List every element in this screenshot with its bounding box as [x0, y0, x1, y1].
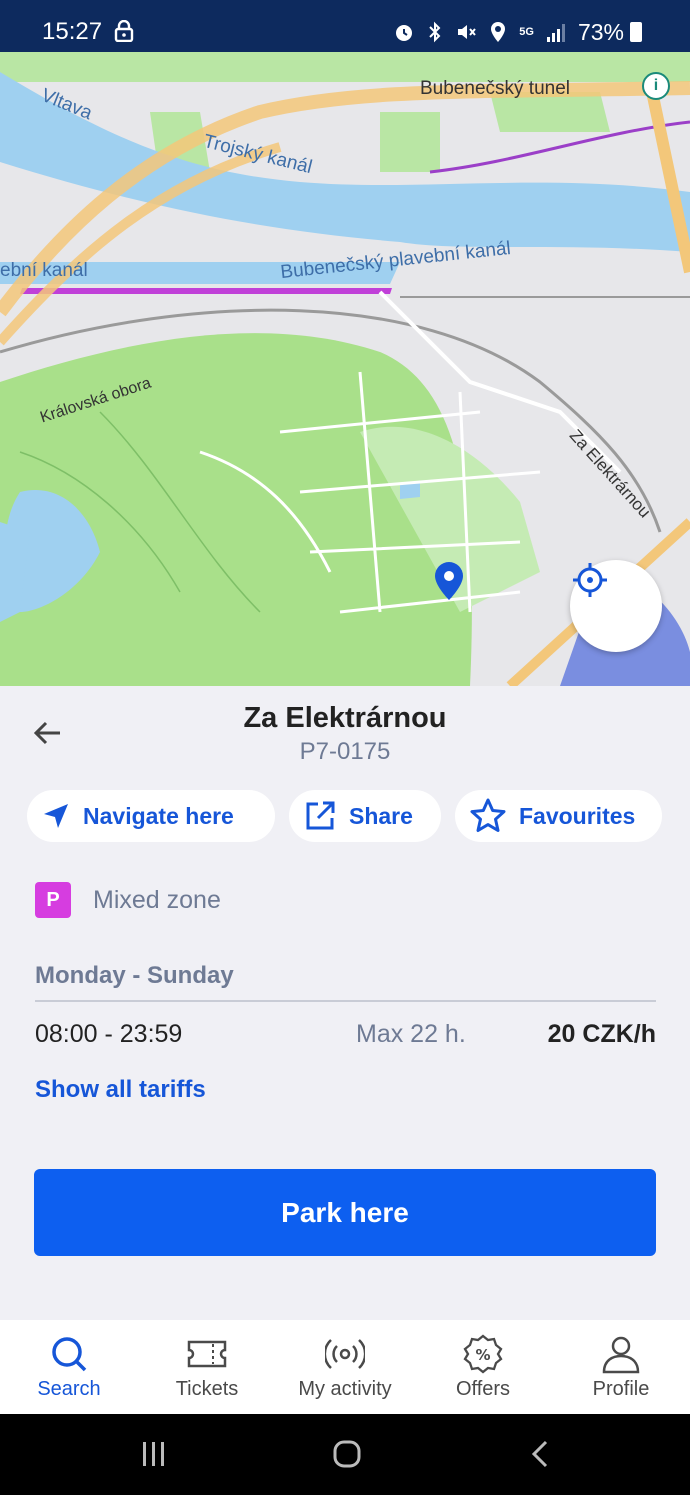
mute-icon — [458, 25, 477, 39]
tariff-max-duration: Max 22 h. — [356, 1020, 466, 1048]
share-button[interactable]: Share — [289, 790, 441, 842]
nav-my-activity-label: My activity — [298, 1378, 392, 1400]
star-icon — [470, 798, 506, 832]
system-back-icon[interactable] — [528, 1439, 554, 1469]
status-time: 15:27 — [42, 18, 103, 45]
schedule-divider — [35, 1000, 656, 1002]
person-icon — [602, 1336, 640, 1374]
status-icons: 5G 73% — [393, 18, 642, 45]
favourites-button[interactable]: Favourites — [455, 790, 662, 842]
search-icon — [52, 1337, 87, 1372]
nav-profile-label: Profile — [592, 1378, 650, 1400]
svg-text:%: % — [475, 1346, 490, 1364]
discount-badge-icon: % — [463, 1334, 503, 1374]
battery-icon — [630, 22, 642, 42]
schedule-days: Monday - Sunday — [35, 962, 234, 989]
navigate-here-label: Navigate here — [83, 802, 234, 829]
navigation-arrow-icon — [44, 804, 68, 828]
nav-tickets-label: Tickets — [175, 1378, 239, 1400]
map-label-tunnel: Bubenečský tunel — [420, 78, 570, 99]
zone-detail-sheet: Za Elektrárnou P7-0175 Navigate here Sha… — [0, 686, 690, 1320]
network-type: 5G — [519, 26, 534, 38]
nav-search[interactable]: Search — [0, 1320, 138, 1414]
show-all-tariffs-link[interactable]: Show all tariffs — [35, 1076, 206, 1104]
nav-search-label: Search — [37, 1378, 101, 1400]
tariff-hours: 08:00 - 23:59 — [35, 1020, 183, 1048]
nav-offers[interactable]: % Offers — [414, 1320, 552, 1414]
nav-my-activity[interactable]: My activity — [276, 1320, 414, 1414]
home-icon[interactable] — [332, 1439, 362, 1469]
navigate-here-button[interactable]: Navigate here — [27, 790, 275, 842]
map-view[interactable]: Vltava Trojský kanál Bubenečský tunel eb… — [0, 52, 690, 686]
location-icon — [491, 22, 506, 42]
zone-code: P7-0175 — [299, 738, 391, 765]
park-here-button[interactable]: Park here — [34, 1169, 656, 1256]
zone-title: Za Elektrárnou — [243, 702, 447, 734]
ticket-icon — [187, 1340, 227, 1368]
map-label-canal-left: ební kanál — [0, 260, 88, 281]
nav-profile[interactable]: Profile — [552, 1320, 690, 1414]
signal-icon — [546, 24, 565, 42]
parking-zone-icon: P — [35, 882, 71, 918]
tariff-price: 20 CZK/h — [547, 1020, 656, 1048]
battery-percent: 73% — [577, 18, 624, 45]
nav-offers-label: Offers — [455, 1378, 511, 1400]
broadcast-icon — [325, 1339, 365, 1369]
zone-type: Mixed zone — [93, 886, 221, 914]
nav-tickets[interactable]: Tickets — [138, 1320, 276, 1414]
share-label: Share — [349, 802, 413, 829]
alarm-icon — [396, 25, 413, 41]
system-navigation-bar — [0, 1414, 690, 1495]
favourites-label: Favourites — [519, 802, 636, 829]
bluetooth-icon — [429, 21, 441, 43]
lock-icon — [114, 20, 134, 42]
crosshair-icon — [573, 563, 607, 597]
status-bar: 15:27 5G 73% — [0, 0, 690, 52]
map-info-icon[interactable]: i — [642, 72, 670, 100]
recent-apps-icon[interactable] — [140, 1440, 168, 1468]
external-link-icon — [306, 801, 335, 830]
bottom-navigation: Search Tickets My activity % Offers Prof… — [0, 1320, 690, 1414]
locate-me-button[interactable] — [570, 560, 662, 652]
